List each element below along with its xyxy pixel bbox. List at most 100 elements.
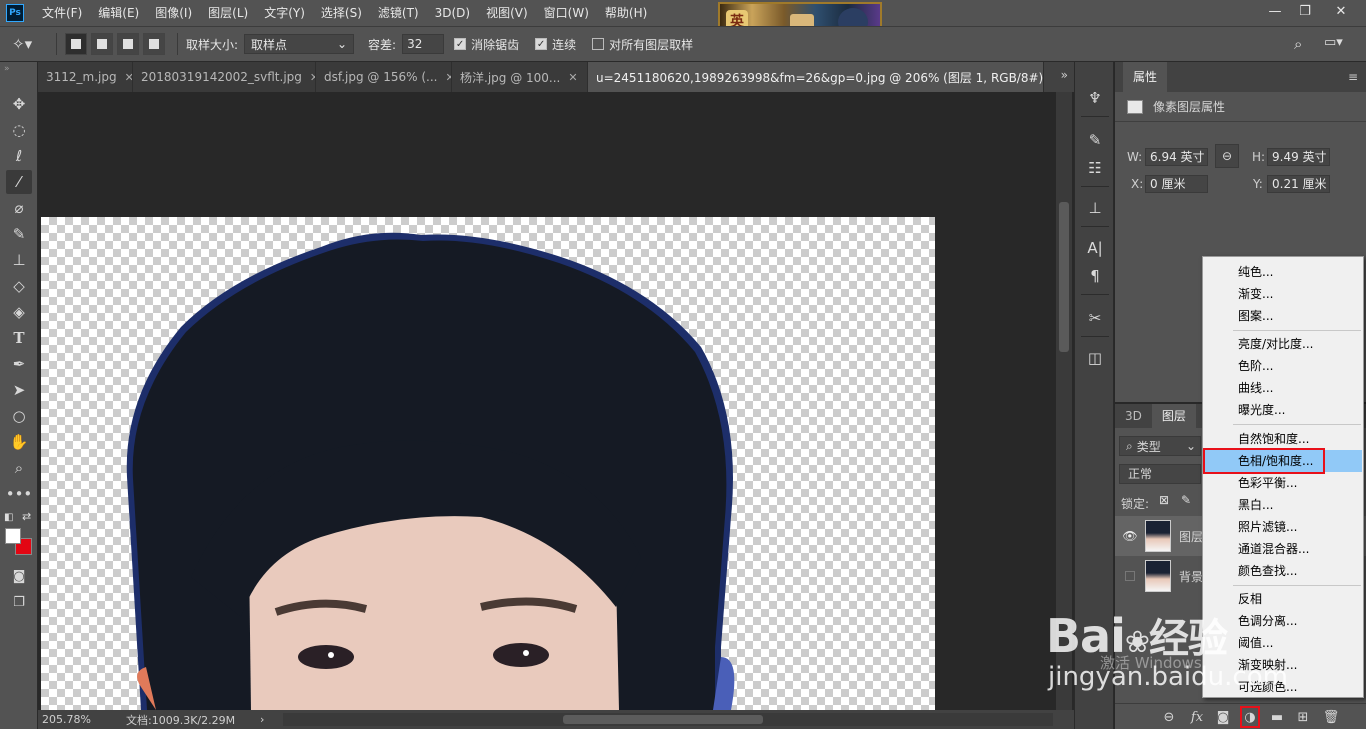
quick-mask-icon[interactable]: ◙ bbox=[6, 564, 32, 588]
layer-name[interactable]: 背景 bbox=[1179, 568, 1203, 585]
tolerance-input[interactable] bbox=[402, 34, 445, 54]
menu-item-exposure[interactable]: 曝光度... bbox=[1204, 399, 1362, 421]
visibility-toggle[interactable] bbox=[1115, 571, 1145, 581]
antialias-checkbox[interactable]: ✓ bbox=[454, 38, 467, 50]
lasso-tool-icon[interactable]: ℓ bbox=[6, 144, 32, 168]
eye-icon[interactable]: 👁 bbox=[1115, 529, 1145, 543]
lock-brush-icon[interactable]: ✎ bbox=[1181, 493, 1191, 507]
zoom-tool-icon[interactable]: ⌕ bbox=[6, 456, 32, 480]
properties-title[interactable]: 属性 bbox=[1123, 62, 1168, 92]
menu-item-gradient[interactable]: 渐变... bbox=[1204, 283, 1362, 305]
intersect-selection-button[interactable] bbox=[143, 33, 165, 55]
menu-image[interactable]: 图像(I) bbox=[147, 0, 200, 26]
link-layers-icon[interactable]: ⊖ bbox=[1159, 708, 1179, 726]
horizontal-scrollbar[interactable] bbox=[283, 713, 1053, 726]
foreground-color-swatch[interactable] bbox=[5, 528, 21, 544]
menu-item-black-white[interactable]: 黑白... bbox=[1204, 494, 1362, 516]
character-icon[interactable]: A| bbox=[1082, 236, 1108, 260]
menu-item-invert[interactable]: 反相 bbox=[1204, 588, 1362, 610]
screen-mode-icon[interactable]: ❐ bbox=[6, 590, 32, 614]
navigator-icon[interactable]: ◫ bbox=[1082, 346, 1108, 370]
menu-window[interactable]: 窗口(W) bbox=[536, 0, 597, 26]
menu-item-pattern[interactable]: 图案... bbox=[1204, 305, 1362, 327]
adjustment-layer-icon[interactable]: ◑ bbox=[1240, 706, 1260, 728]
menu-view[interactable]: 视图(V) bbox=[478, 0, 536, 26]
path-selection-tool-icon[interactable]: ➤ bbox=[6, 378, 32, 402]
marquee-tool-icon[interactable]: ◌ bbox=[6, 118, 32, 142]
eyedropper-tool-icon[interactable]: ⌀ bbox=[6, 196, 32, 220]
swap-colors-icon[interactable]: ⇄ bbox=[22, 510, 31, 523]
width-field[interactable]: 6.94 英寸 bbox=[1145, 148, 1208, 166]
document-canvas[interactable] bbox=[41, 217, 935, 710]
trash-icon[interactable]: 🗑 bbox=[1321, 708, 1341, 726]
menu-item-posterize[interactable]: 色调分离... bbox=[1204, 610, 1362, 632]
tab-document[interactable]: 3112_m.jpg ✕ bbox=[38, 62, 133, 92]
menu-item-solid-color[interactable]: 纯色... bbox=[1204, 261, 1362, 283]
status-arrow-icon[interactable]: › bbox=[260, 713, 264, 726]
x-field[interactable]: 0 厘米 bbox=[1145, 175, 1208, 193]
menu-item-photo-filter[interactable]: 照片滤镜... bbox=[1204, 516, 1362, 538]
menu-edit[interactable]: 编辑(E) bbox=[90, 0, 147, 26]
brush-tool-icon[interactable]: ✎ bbox=[6, 222, 32, 246]
tab-document[interactable]: dsf.jpg @ 156% (...✕ bbox=[316, 62, 452, 92]
y-field[interactable]: 0.21 厘米 bbox=[1267, 175, 1330, 193]
group-folder-icon[interactable]: ▬ bbox=[1267, 708, 1287, 726]
brush-settings-icon[interactable]: ✎ bbox=[1082, 128, 1108, 152]
layer-name[interactable]: 图层 bbox=[1179, 528, 1203, 545]
pen-tool-icon[interactable]: ✒ bbox=[6, 352, 32, 376]
menu-select[interactable]: 选择(S) bbox=[313, 0, 370, 26]
hand-tool-icon[interactable]: ✋ bbox=[6, 430, 32, 454]
restore-icon[interactable]: ❐ bbox=[1290, 0, 1320, 22]
menu-filter[interactable]: 滤镜(T) bbox=[370, 0, 427, 26]
menu-item-levels[interactable]: 色阶... bbox=[1204, 355, 1362, 377]
tab-layers[interactable]: 图层 bbox=[1151, 404, 1196, 428]
type-tool-icon[interactable]: T bbox=[6, 326, 32, 350]
adjustments-sliders-icon[interactable]: ☷ bbox=[1082, 156, 1108, 180]
workspace-icon[interactable]: ▭▾ bbox=[1324, 35, 1343, 50]
fx-icon[interactable]: fx bbox=[1187, 708, 1207, 726]
zoom-level[interactable]: 205.78% bbox=[42, 713, 120, 726]
sample-size-select[interactable]: 取样点 ⌄ bbox=[244, 34, 355, 54]
menu-item-brightness-contrast[interactable]: 亮度/对比度... bbox=[1204, 333, 1362, 355]
add-mask-icon[interactable]: ◙ bbox=[1213, 708, 1233, 726]
menu-file[interactable]: 文件(F) bbox=[34, 0, 90, 26]
clone-source-icon[interactable]: ⊥ bbox=[1082, 196, 1108, 220]
canvas-area[interactable] bbox=[38, 92, 1056, 710]
menu-item-color-lookup[interactable]: 颜色查找... bbox=[1204, 560, 1362, 582]
add-selection-button[interactable] bbox=[91, 33, 113, 55]
menu-type[interactable]: 文字(Y) bbox=[256, 0, 313, 26]
close-icon[interactable]: ✕ bbox=[125, 71, 132, 84]
collapse-arrows-icon[interactable]: » bbox=[4, 64, 10, 74]
menu-3d[interactable]: 3D(D) bbox=[427, 0, 478, 26]
panel-menu-icon[interactable]: ≡ bbox=[1348, 70, 1358, 84]
history-icon[interactable]: ♆ bbox=[1082, 86, 1108, 110]
tab-overflow-icon[interactable]: » bbox=[1061, 68, 1068, 82]
menu-item-curves[interactable]: 曲线... bbox=[1204, 377, 1362, 399]
tab-document-active[interactable]: u=2451180620,1989263998&fm=26&gp=0.jpg @… bbox=[588, 62, 1044, 92]
paint-bucket-tool-icon[interactable]: ◈ bbox=[6, 300, 32, 324]
menu-item-channel-mixer[interactable]: 通道混合器... bbox=[1204, 538, 1362, 560]
eraser-tool-icon[interactable]: ◇ bbox=[6, 274, 32, 298]
menu-item-vibrance[interactable]: 自然饱和度... bbox=[1204, 428, 1362, 450]
minimize-icon[interactable]: — bbox=[1260, 0, 1290, 22]
contiguous-checkbox[interactable]: ✓ bbox=[535, 38, 548, 50]
blend-mode-select[interactable]: 正常 bbox=[1119, 464, 1201, 484]
magic-wand-tool-icon[interactable]: ⁄ bbox=[6, 170, 32, 194]
default-colors-icon[interactable]: ◧ bbox=[4, 512, 13, 523]
height-field[interactable]: 9.49 英寸 bbox=[1267, 148, 1330, 166]
new-layer-icon[interactable]: ⊞ bbox=[1293, 708, 1313, 726]
ellipse-tool-icon[interactable]: ○ bbox=[6, 404, 32, 428]
close-icon[interactable]: ✕ bbox=[1326, 0, 1356, 22]
tab-document[interactable]: 杨洋.jpg @ 100... ✕ bbox=[452, 62, 588, 92]
move-tool-icon[interactable]: ✥ bbox=[6, 92, 32, 116]
menu-item-color-balance[interactable]: 色彩平衡... bbox=[1204, 472, 1362, 494]
menu-item-threshold[interactable]: 阈值... bbox=[1204, 632, 1362, 654]
all-layers-checkbox[interactable] bbox=[592, 38, 605, 50]
lock-transparent-icon[interactable]: ⊠ bbox=[1159, 493, 1169, 507]
stamp-tool-icon[interactable]: ⊥ bbox=[6, 248, 32, 272]
scrollbar-thumb[interactable] bbox=[1059, 202, 1069, 352]
link-icon[interactable]: ⊖ bbox=[1215, 144, 1239, 168]
search-icon[interactable]: ⌕ bbox=[1294, 35, 1302, 53]
scrollbar-thumb[interactable] bbox=[563, 715, 763, 724]
magic-wand-preset-icon[interactable]: ✧▾ bbox=[12, 35, 48, 53]
